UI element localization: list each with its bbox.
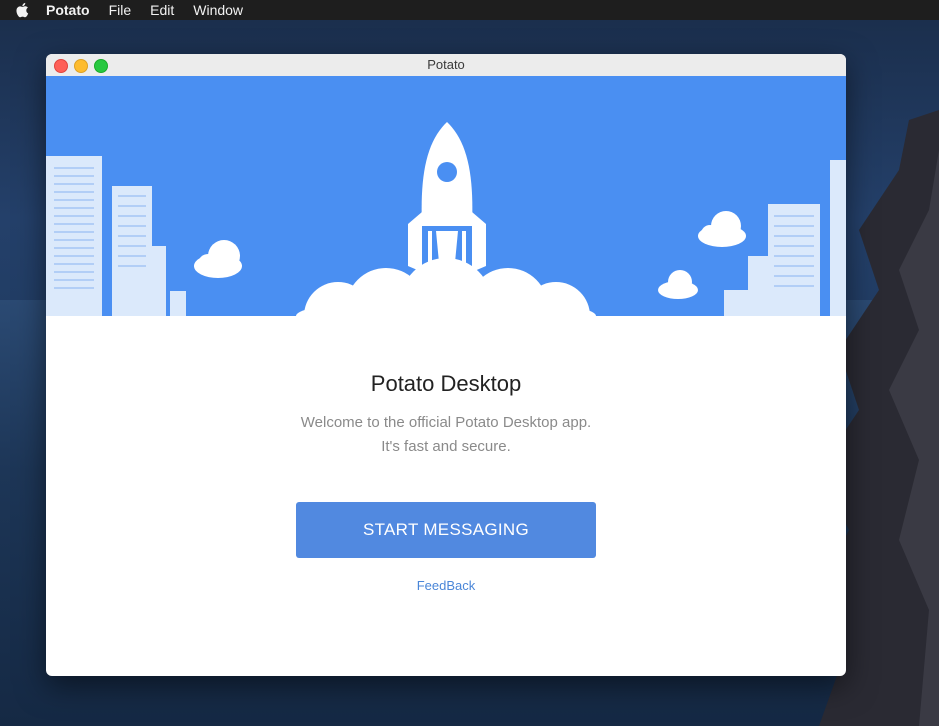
menu-item-edit[interactable]: Edit [150,0,174,20]
feedback-link[interactable]: FeedBack [46,578,846,593]
welcome-description-secondary: It's fast and secure. [381,438,511,455]
menu-bar: Potato File Edit Window [0,0,939,20]
building-icon [46,156,186,316]
window-title: Potato [427,57,465,72]
cloud-icon [658,270,698,299]
app-window: Potato Potato Desktop Welcome to the off… [46,54,846,676]
cloud-icon [698,211,746,247]
welcome-description: Welcome to the official Potato Desktop a… [300,414,592,431]
hero-banner [46,76,846,316]
menu-item-potato[interactable]: Potato [46,0,90,20]
menu-item-file[interactable]: File [109,0,132,20]
apple-logo-icon[interactable] [14,1,32,19]
cloud-icon [296,258,596,316]
window-titlebar[interactable]: Potato [46,54,846,77]
hero-illustration [46,122,846,316]
welcome-content: Potato Desktop Welcome to the official P… [46,316,846,676]
menu-item-window[interactable]: Window [193,0,243,20]
app-title: Potato Desktop [370,371,522,396]
start-messaging-button[interactable]: START MESSAGING [296,502,596,558]
cloud-icon [194,240,242,278]
